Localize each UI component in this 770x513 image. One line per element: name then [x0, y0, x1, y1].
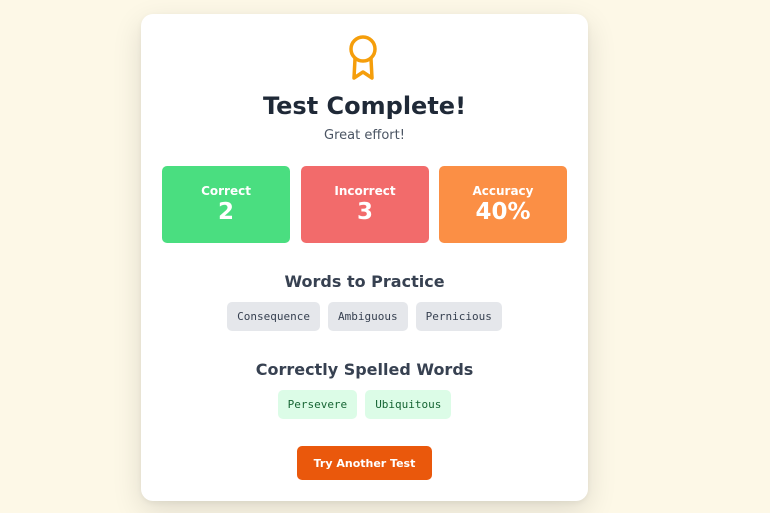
practice-section-title: Words to Practice — [284, 272, 445, 291]
stat-incorrect-label: Incorrect — [334, 184, 396, 198]
result-title: Test Complete! — [262, 92, 467, 120]
stat-correct-label: Correct — [201, 184, 251, 198]
results-card: Test Complete! Great effort! Correct 2 I… — [141, 14, 588, 501]
correct-word-chip: Persevere — [277, 390, 358, 419]
stat-incorrect: Incorrect 3 — [301, 166, 429, 243]
stat-accuracy: Accuracy 40% — [439, 166, 567, 243]
correct-word-list: Persevere Ubiquitous — [141, 390, 588, 419]
practice-word-chip: Ambiguous — [328, 302, 408, 331]
stat-correct-value: 2 — [217, 199, 234, 225]
stat-correct: Correct 2 — [162, 166, 290, 243]
award-icon — [349, 35, 377, 80]
stat-accuracy-label: Accuracy — [472, 184, 534, 198]
practice-word-chip: Pernicious — [415, 302, 502, 331]
correct-words-section-title: Correctly Spelled Words — [255, 360, 474, 379]
practice-word-chip: Consequence — [227, 302, 320, 331]
stat-incorrect-value: 3 — [356, 199, 373, 225]
try-another-test-button[interactable]: Try Another Test — [297, 446, 432, 480]
correct-word-chip: Ubiquitous — [365, 390, 452, 419]
stat-accuracy-value: 40% — [475, 199, 531, 225]
practice-word-list: Consequence Ambiguous Pernicious — [141, 302, 588, 331]
result-subtitle: Great effort! — [324, 128, 405, 143]
